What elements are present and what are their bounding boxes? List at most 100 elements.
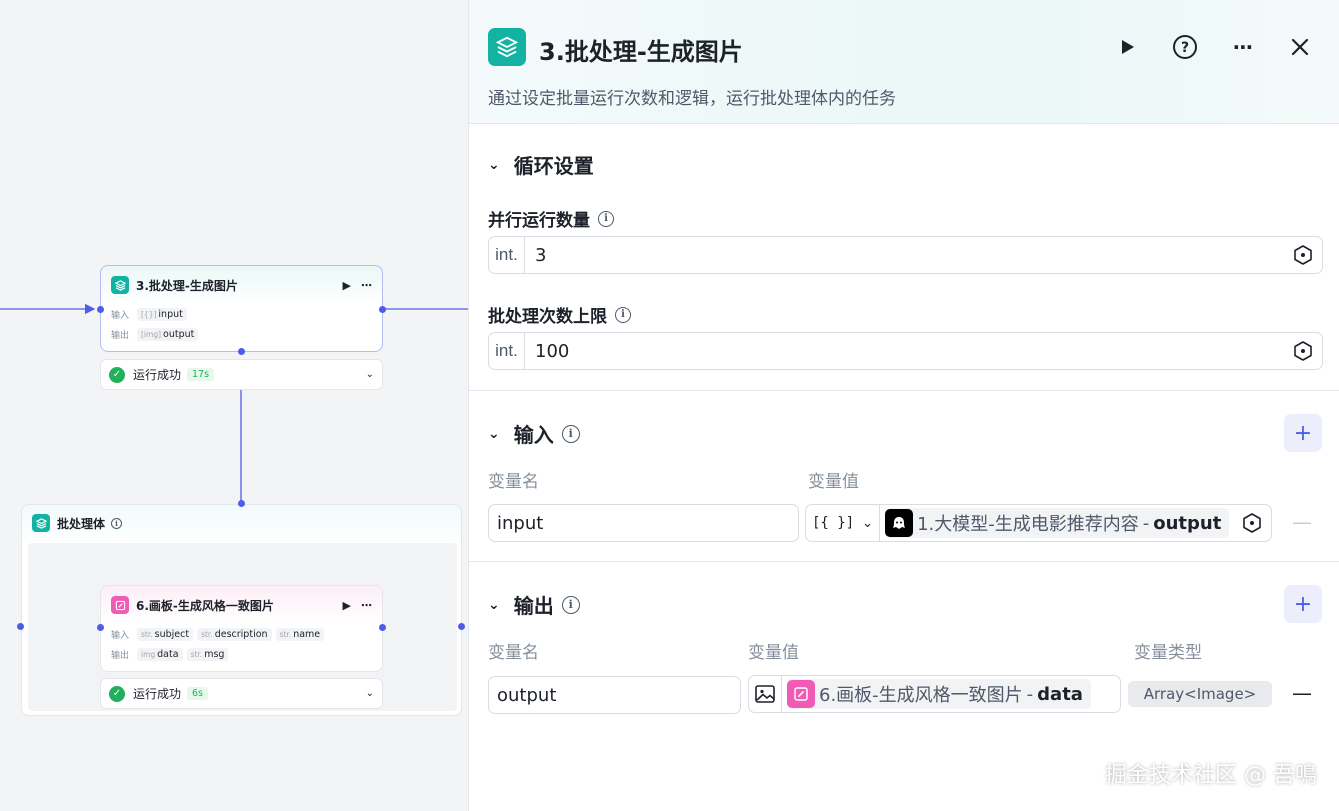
- chevron-down-icon[interactable]: ⌄: [366, 369, 374, 380]
- input-label: 输入: [111, 310, 130, 321]
- add-input-button[interactable]: +: [1284, 414, 1322, 452]
- info-icon[interactable]: i: [598, 210, 614, 227]
- max-runs-value[interactable]: 100: [535, 341, 1292, 362]
- input-chip: str. description: [197, 627, 272, 641]
- more-icon[interactable]: ⋯: [1228, 32, 1258, 62]
- panel-header: 3.批处理-生成图片 通过设定批量运行次数和逻辑，运行批处理体内的任务 ? ⋯: [469, 0, 1339, 124]
- loop-section-header[interactable]: ⌄ 循环设置: [488, 150, 594, 179]
- int-prefix: int.: [489, 333, 525, 369]
- panel-title: 3.批处理-生成图片: [539, 38, 743, 66]
- paint-board-icon: [111, 596, 129, 614]
- chevron-down-icon[interactable]: ⌄: [488, 157, 500, 173]
- output-var-value-field[interactable]: 6.画板-生成风格一致图片 - data: [748, 675, 1121, 713]
- status-text: 运行成功: [133, 687, 182, 701]
- output-chip: str. msg: [186, 647, 229, 661]
- batch-icon: [488, 28, 526, 66]
- add-output-button[interactable]: +: [1284, 585, 1322, 623]
- output-label: 输出: [111, 650, 130, 661]
- image-type-icon: [749, 676, 782, 712]
- int-prefix: int.: [489, 237, 525, 273]
- success-icon: ✓: [109, 366, 125, 383]
- more-icon[interactable]: ⋯: [361, 279, 372, 292]
- ref-chip[interactable]: 1.大模型-生成电影推荐内容 - output: [885, 508, 1230, 538]
- batch-input-port[interactable]: [97, 306, 104, 313]
- input-chip: str. subject: [137, 627, 194, 641]
- parallel-label: 并行运行数量 i: [488, 206, 614, 231]
- paint-input-port[interactable]: [97, 624, 104, 631]
- output-section-title: 输出: [513, 594, 554, 618]
- play-icon[interactable]: [1112, 32, 1142, 62]
- node-settings-panel: 3.批处理-生成图片 通过设定批量运行次数和逻辑，运行批处理体内的任务 ? ⋯ …: [468, 0, 1339, 811]
- output-label: 输出: [111, 330, 130, 341]
- var-type-badge: Array<Image>: [1128, 681, 1272, 707]
- batch-body-top-port[interactable]: [238, 500, 245, 507]
- parallel-count-value[interactable]: 3: [535, 245, 1292, 266]
- loop-section-title: 循环设置: [513, 154, 594, 178]
- status-text: 运行成功: [133, 368, 182, 382]
- chevron-down-icon[interactable]: ⌄: [366, 688, 374, 699]
- duration-badge: 17s: [187, 368, 215, 381]
- paint-status-bar[interactable]: ✓ 运行成功 6s ⌄: [100, 678, 383, 709]
- paint-output-port[interactable]: [379, 624, 386, 631]
- batch-node[interactable]: 3.批处理-生成图片 ▶ ⋯ 输入 [{}] input 输出 [img] outp…: [100, 265, 383, 352]
- paint-board-icon: [787, 680, 815, 708]
- type-selector[interactable]: [{ }] ⌄: [806, 505, 881, 541]
- batch-body-title: 批处理体: [57, 516, 106, 531]
- input-section: ⌄ 输入 i + 变量名 变量值 input [{ }] ⌄ 1.大模型-生成电…: [469, 391, 1339, 562]
- watermark: 掘金技术社区 @ 吾鳴: [1105, 763, 1317, 788]
- ref-chip[interactable]: 6.画板-生成风格一致图片 - data: [787, 679, 1091, 709]
- max-runs-input[interactable]: int. 100: [488, 332, 1323, 370]
- max-runs-label: 批处理次数上限 i: [488, 302, 631, 327]
- output-section-header[interactable]: ⌄ 输出 i: [488, 590, 580, 619]
- remove-output-button[interactable]: —: [1292, 681, 1312, 705]
- variable-ref-icon[interactable]: [1241, 512, 1263, 534]
- variable-ref-icon[interactable]: [1292, 340, 1314, 362]
- batch-output-port[interactable]: [379, 306, 386, 313]
- col-var-value: 变量值: [808, 472, 859, 492]
- output-var-name-field[interactable]: output: [488, 676, 741, 714]
- play-icon[interactable]: ▶: [343, 599, 351, 612]
- play-icon[interactable]: ▶: [343, 279, 351, 292]
- batch-icon: [111, 276, 129, 294]
- batch-status-bar[interactable]: ✓ 运行成功 17s ⌄: [100, 359, 383, 390]
- loop-settings-section: ⌄ 循环设置 并行运行数量 i int. 3 批处理次数上限 i int. 10…: [469, 124, 1339, 391]
- body-left-port[interactable]: [17, 623, 24, 630]
- batch-node-title: 3.批处理-生成图片: [136, 278, 238, 293]
- info-icon[interactable]: i: [615, 306, 631, 323]
- info-icon[interactable]: i: [561, 424, 580, 443]
- output-chip: img data: [137, 647, 183, 661]
- variable-ref-icon[interactable]: [1292, 244, 1314, 266]
- parallel-count-input[interactable]: int. 3: [488, 236, 1323, 274]
- remove-input-button[interactable]: —: [1292, 510, 1312, 534]
- input-section-header[interactable]: ⌄ 输入 i: [488, 419, 580, 448]
- paint-node-title: 6.画板-生成风格一致图片: [136, 598, 274, 613]
- chevron-down-icon[interactable]: ⌄: [488, 597, 500, 613]
- panel-description: 通过设定批量运行次数和逻辑，运行批处理体内的任务: [488, 89, 896, 109]
- batch-body-port[interactable]: [238, 348, 245, 355]
- info-icon[interactable]: i: [561, 595, 580, 614]
- input-chip: [{}] input: [137, 307, 187, 321]
- workflow-canvas[interactable]: 3.批处理-生成图片 ▶ ⋯ 输入 [{}] input 输出 [img] outp…: [0, 0, 468, 811]
- svg-text:?: ?: [1181, 40, 1189, 56]
- input-var-value-field[interactable]: [{ }] ⌄ 1.大模型-生成电影推荐内容 - output: [805, 504, 1272, 542]
- chevron-down-icon[interactable]: ⌄: [488, 426, 500, 442]
- col-var-type: 变量类型: [1134, 643, 1202, 663]
- success-icon: ✓: [109, 685, 125, 702]
- col-var-name: 变量名: [488, 472, 539, 492]
- info-icon[interactable]: i: [111, 517, 123, 529]
- input-label: 输入: [111, 630, 130, 641]
- body-right-port[interactable]: [458, 623, 465, 630]
- more-icon[interactable]: ⋯: [361, 599, 372, 612]
- duration-badge: 6s: [187, 687, 209, 700]
- input-chip: str. name: [275, 627, 325, 641]
- help-icon[interactable]: ?: [1170, 32, 1200, 62]
- chevron-down-icon: ⌄: [862, 515, 874, 531]
- paint-node[interactable]: 6.画板-生成风格一致图片 ▶ ⋯ 输入 str. subject str. des…: [100, 585, 383, 672]
- input-section-title: 输入: [513, 423, 554, 447]
- output-chip: [img] output: [137, 327, 199, 341]
- col-var-name: 变量名: [488, 643, 539, 663]
- batch-body-icon: [32, 514, 50, 532]
- col-var-value: 变量值: [748, 643, 799, 663]
- close-icon[interactable]: [1285, 32, 1315, 62]
- input-var-name-field[interactable]: input: [488, 504, 799, 542]
